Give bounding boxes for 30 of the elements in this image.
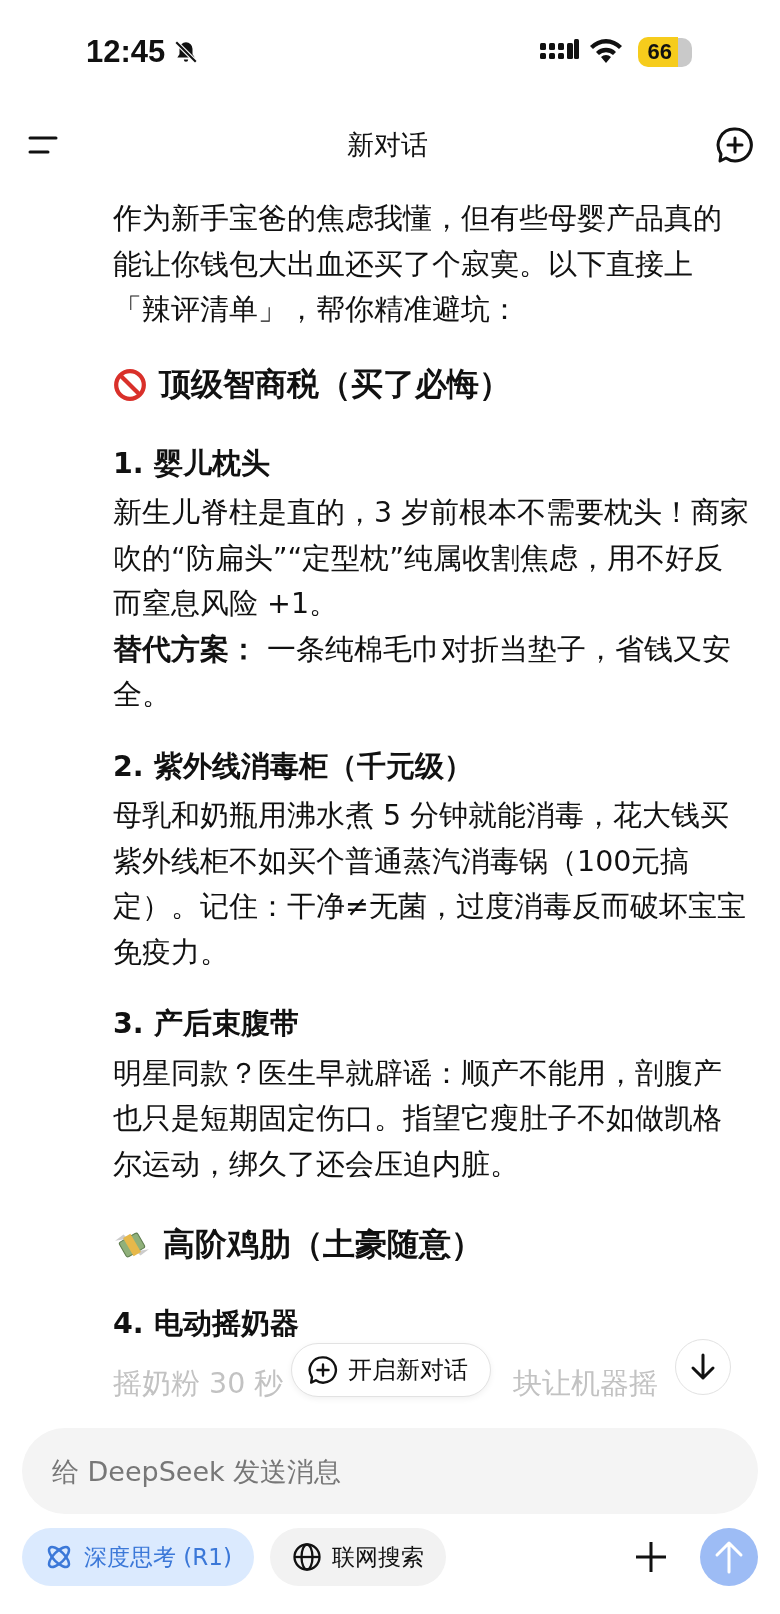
status-time: 12:45	[86, 34, 166, 70]
item-title: 3. 产后束腹带	[113, 1006, 300, 1042]
message-input-field[interactable]: 给 DeepSeek 发送消息	[22, 1428, 758, 1514]
arrow-down-icon	[690, 1352, 716, 1381]
message-paragraph: 替代方案： 一条纯棉毛巾对折当垫子，省钱又安全。	[113, 631, 733, 713]
message-paragraph: 明星同款？医生早就辟谣：顺产不能用，剖腹产也只是短期固定伤口。指望它瘦肚子不如做凯格尔运动，绑久了还会压迫内脏。	[113, 1055, 723, 1183]
item-title: 2. 紫外线消毒柜（千元级）	[113, 748, 474, 785]
toggle-chip[interactable]: 联网搜索	[269, 1528, 446, 1586]
section-heading: 顶级智商税（买了必悔）	[159, 363, 511, 405]
message-paragraph: 母乳和奶瓶用沸水煮 5 分钟就能消毒，花大钱买紫外线柜不如买个普通蒸汽消毒锅（100元搞定）。记住：干净≠无菌，过度消毒反而破坏宝宝免疫力。	[113, 798, 747, 971]
header-title: 新对话	[346, 128, 428, 162]
message-paragraph: 作为新手宝爸的焦虑我懂，但有些母婴产品真的能让你钱包大出血还买了个寂寞。以下直接上「辣评清单」，帮你精准避坑：	[113, 201, 723, 328]
plus-icon	[634, 1540, 668, 1574]
bell-muted-icon	[173, 39, 200, 65]
toggle-chip[interactable]: 深度思考 (R1)	[22, 1528, 254, 1586]
chat-plus-icon	[716, 126, 754, 164]
item-title: 1. 婴儿枕头	[113, 445, 271, 482]
chat-plus-icon	[308, 1354, 338, 1385]
arrow-up-icon	[714, 1540, 744, 1574]
section-heading: 高阶鸡肋（土豪随意）	[163, 1224, 483, 1265]
menu-icon	[28, 134, 58, 156]
globe-icon	[291, 1542, 322, 1572]
message-text: 块让机器摇	[513, 1365, 658, 1402]
item-title: 4. 电动摇奶器	[113, 1306, 300, 1342]
battery-indicator: 66	[637, 37, 678, 67]
battery-tail-icon	[678, 37, 692, 67]
message-text: 摇奶粉 30 秒	[113, 1365, 284, 1402]
new-chat-pill-button[interactable]: 开启新对话	[291, 1342, 491, 1397]
message-paragraph: 新生儿脊柱是直的，3 岁前根本不需要枕头！商家吹的“防扁头”“定型枕”纯属收割焦虑，用不好反而窒息风险 +1。	[113, 495, 750, 622]
prohibited-icon	[113, 367, 147, 402]
